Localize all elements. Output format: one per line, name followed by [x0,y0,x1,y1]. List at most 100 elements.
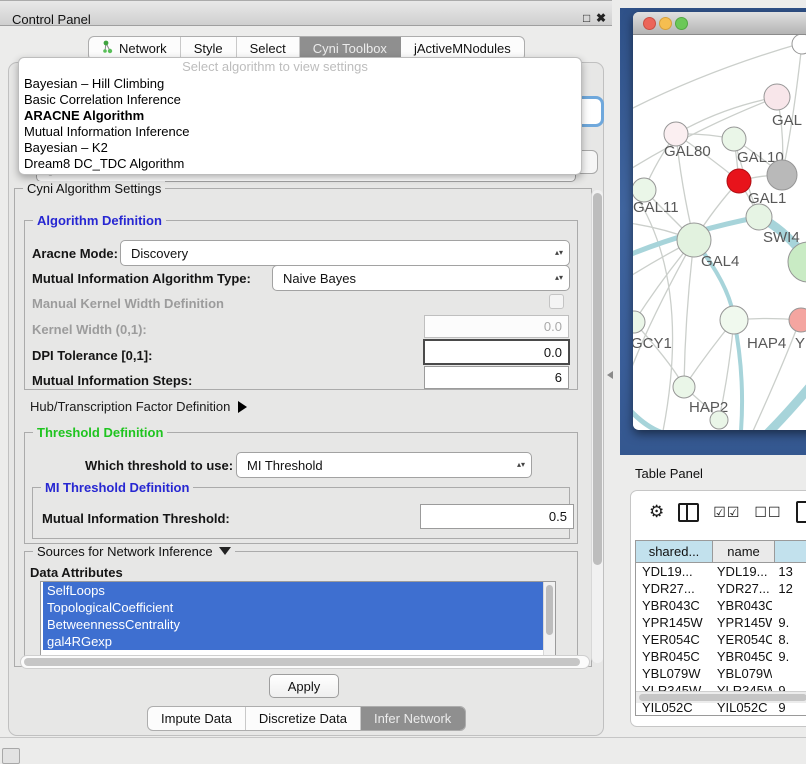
column-header-name[interactable]: name [713,541,775,563]
manual-kernel-width-label: Manual Kernel Width Definition [32,296,224,311]
network-node-label: GAL80 [664,143,711,160]
table-row[interactable]: YBL079WYBL079W [636,665,806,682]
network-node[interactable] [720,306,748,334]
table-cell [772,665,806,682]
data-attribute-item[interactable]: TopologicalCoefficient [43,599,543,616]
settings-vertical-scrollbar[interactable] [591,190,603,663]
settings-gear-icon[interactable]: ⚙ [649,502,664,522]
collapse-down-icon [219,547,231,555]
column-header-shared-name[interactable]: shared... [636,541,713,563]
data-attributes-label: Data Attributes [30,565,123,580]
algorithm-dropdown-hint: Select algorithm to view settings [19,58,581,76]
table-cell: YDL19... [711,563,772,580]
algorithm-dropdown: Select algorithm to view settings Bayesi… [18,57,582,175]
sources-group-title[interactable]: Sources for Network Inference [33,544,235,559]
which-threshold-select[interactable]: MI Threshold ▴▾ [236,452,532,478]
float-window-icon[interactable]: □ [583,11,590,25]
threshold-definition-title: Threshold Definition [33,425,167,440]
network-node[interactable] [722,127,746,151]
network-desktop: GALGAL80GAL10GAL1GAL11SWI4GAL4GCY1HAP4YH… [620,8,806,455]
dpi-tolerance-input[interactable]: 0.0 [423,339,570,365]
zoom-traffic-light-icon[interactable] [675,17,688,30]
network-node[interactable] [710,411,728,429]
algorithm-option[interactable]: Bayesian – K2 [19,140,581,156]
control-panel-title: Control Panel [12,12,91,27]
algorithm-option[interactable]: Bayesian – Hill Climbing [19,76,581,92]
network-node[interactable] [673,376,695,398]
algorithm-option[interactable]: Basic Correlation Inference [19,92,581,108]
network-node[interactable] [677,223,711,257]
algorithm-option[interactable]: Mutual Information Inference [19,124,581,140]
table-cell: YBR045C [711,648,772,665]
network-window[interactable]: GALGAL80GAL10GAL1GAL11SWI4GAL4GCY1HAP4YH… [633,12,806,430]
tab-infer-network[interactable]: Infer Network [361,707,465,730]
network-node-label: GAL [772,112,802,129]
tab-discretize-data[interactable]: Discretize Data [246,707,361,730]
table-panel-card: ⚙ ☑☑ ☐☐ shared... name YDL19...YDL19...1… [630,490,806,727]
table-row[interactable]: YBR043CYBR043C [636,597,806,614]
table-cell: 8. [772,631,806,648]
table-row[interactable]: YDR27...YDR27...12 [636,580,806,597]
network-canvas[interactable]: GALGAL80GAL10GAL1GAL11SWI4GAL4GCY1HAP4YH… [633,35,806,430]
data-attribute-item[interactable]: gal4RGexp [43,633,543,650]
network-node[interactable] [788,242,806,282]
mi-steps-label: Mutual Information Steps: [32,373,192,388]
apply-button[interactable]: Apply [269,674,339,698]
network-graph: GALGAL80GAL10GAL1GAL11SWI4GAL4GCY1HAP4YH… [633,35,806,430]
table-cell [772,597,806,614]
document-icon[interactable] [796,501,806,523]
close-window-icon[interactable]: ✖ [596,11,606,25]
table-cell: YER054C [711,631,772,648]
manual-kernel-width-checkbox[interactable] [549,294,564,309]
network-edge [633,185,673,430]
status-strip [0,737,806,763]
network-node[interactable] [746,204,772,230]
tab-network-label: Network [119,41,167,56]
hub-transcription-section[interactable]: Hub/Transcription Factor Definition [30,399,247,414]
network-node[interactable] [792,35,806,54]
kernel-width-input[interactable]: 0.0 [424,315,569,338]
algorithm-option[interactable]: ARACNE Algorithm [19,108,581,124]
aracne-mode-select[interactable]: Discovery ▴▾ [120,240,570,266]
table-row[interactable]: YDL19...YDL19...13 [636,563,806,580]
node-table[interactable]: shared... name YDL19...YDL19...13YDR27..… [635,540,806,716]
network-node[interactable] [764,84,790,110]
split-pane-icon[interactable] [678,503,699,522]
mi-threshold-input[interactable]: 0.5 [420,504,574,529]
network-node[interactable] [767,160,797,190]
table-row[interactable]: YER054CYER054C8. [636,631,806,648]
data-attribute-item[interactable]: SelfLoops [43,582,543,599]
minimize-traffic-light-icon[interactable] [659,17,672,30]
deselect-all-checks-icon[interactable]: ☐☐ [754,504,781,521]
table-row[interactable]: YBR045CYBR045C9. [636,648,806,665]
network-edge [766,383,806,430]
combo-spinner-icon: ▴▾ [555,275,563,281]
data-attribute-item[interactable]: BetweennessCentrality [43,616,543,633]
table-horizontal-scrollbar[interactable] [636,691,806,703]
bottom-tabstrip: Impute Data Discretize Data Infer Networ… [147,706,466,731]
control-panel-titlebar [0,0,612,26]
table-cell: YBR045C [636,648,711,665]
mi-steps-input[interactable]: 6 [424,366,569,389]
table-cell: YER054C [636,631,711,648]
network-node[interactable] [789,308,806,332]
network-node-label: GCY1 [633,335,672,352]
combo-spinner-icon: ▴▾ [555,250,563,256]
splitter-collapse-icon[interactable] [607,371,613,379]
network-window-titlebar[interactable] [633,12,806,35]
expand-right-icon [238,401,247,413]
algorithm-option[interactable]: Dream8 DC_TDC Algorithm [19,156,581,172]
table-row[interactable]: YPR145WYPR145W9. [636,614,806,631]
tab-impute-data[interactable]: Impute Data [148,707,246,730]
table-cell: YDL19... [636,563,711,580]
select-all-checks-icon[interactable]: ☑☑ [713,504,740,521]
settings-horizontal-scrollbar[interactable] [20,655,590,669]
list-vertical-scrollbar[interactable] [543,582,555,655]
mi-algorithm-type-select[interactable]: Naive Bayes ▴▾ [272,265,570,291]
table-cell: YDR27... [711,580,772,597]
close-traffic-light-icon[interactable] [643,17,656,30]
network-node[interactable] [633,311,645,333]
column-header-partial[interactable] [775,541,806,563]
data-attributes-list[interactable]: SelfLoopsTopologicalCoefficientBetweenne… [40,581,556,656]
table-cell: YBL079W [711,665,772,682]
